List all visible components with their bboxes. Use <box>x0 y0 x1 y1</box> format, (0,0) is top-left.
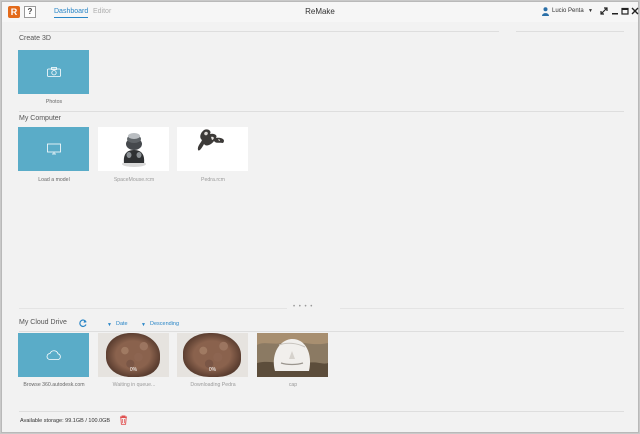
footer-divider <box>19 411 624 412</box>
splitter-line-right <box>340 308 624 309</box>
pedra-thumbnail <box>197 129 224 151</box>
tab-dashboard[interactable]: Dashboard <box>54 7 89 18</box>
pedra-model-tile[interactable] <box>177 127 248 171</box>
help-button[interactable]: ? <box>24 6 36 18</box>
cap-model-tile[interactable] <box>257 333 328 377</box>
cloud-icon <box>46 350 61 360</box>
maximize-icon[interactable] <box>620 6 630 16</box>
spacemouse-model-tile[interactable] <box>98 127 169 171</box>
browse-cloud-tile[interactable] <box>18 333 89 377</box>
header-divider <box>19 31 499 32</box>
close-icon[interactable] <box>630 6 640 16</box>
sort-order-caret-icon[interactable]: ▼ <box>141 322 146 328</box>
expand-icon[interactable] <box>599 6 609 16</box>
sort-field-caret-icon[interactable]: ▼ <box>107 322 112 328</box>
section-title-my-cloud-drive: My Cloud Drive <box>19 319 67 326</box>
splitter-line-left <box>19 308 287 309</box>
trash-icon[interactable] <box>119 415 128 425</box>
tile-caption-photos: Photos <box>45 99 63 105</box>
download-progress-label: 0% <box>208 367 217 373</box>
tile-caption-browse-cloud: Browse 360.autodesk.com <box>23 382 85 388</box>
tile-caption-queued: Waiting in queue... <box>112 382 156 388</box>
cloud-header-divider <box>19 331 624 332</box>
app-logo[interactable]: R <box>8 6 20 18</box>
sort-order-dropdown[interactable]: Descending <box>150 321 179 327</box>
tab-editor[interactable]: Editor <box>93 7 111 16</box>
header-divider-right <box>516 31 624 32</box>
tile-caption-pedra: Pedra.rcm <box>201 177 225 183</box>
tile-caption-downloading: Downloading Pedra <box>190 382 236 388</box>
photos-tile[interactable] <box>18 50 89 94</box>
minimize-icon[interactable] <box>610 6 620 16</box>
refresh-icon[interactable] <box>78 318 88 328</box>
user-menu-caret-icon[interactable]: ▼ <box>588 8 593 14</box>
title-bar: R ? Dashboard Editor ReMake Lucio Penta … <box>2 2 640 22</box>
monitor-icon <box>46 143 61 155</box>
queue-progress-label: 0% <box>129 367 138 373</box>
queued-model-tile[interactable]: 0% <box>98 333 169 377</box>
storage-status: Available storage: 99.1GB / 100.0GB <box>20 418 111 424</box>
camera-icon <box>46 67 61 77</box>
section-title-create-3d: Create 3D <box>19 35 51 42</box>
downloading-model-tile[interactable]: 0% <box>177 333 248 377</box>
tile-caption-cap: cap <box>288 382 298 388</box>
sort-field-dropdown[interactable]: Date <box>116 321 128 327</box>
load-model-tile[interactable] <box>18 127 89 171</box>
spacemouse-thumbnail <box>121 133 146 167</box>
tile-caption-load-model: Load a model <box>38 177 70 183</box>
cap-thumbnail <box>257 333 328 377</box>
tile-caption-spacemouse: SpaceMouse.rcm <box>113 177 155 183</box>
user-name[interactable]: Lucio Penta <box>552 8 584 14</box>
user-icon[interactable] <box>542 7 549 16</box>
section-title-my-computer: My Computer <box>19 115 62 122</box>
section-divider <box>19 111 624 112</box>
app-window: R ? Dashboard Editor ReMake Lucio Penta … <box>1 1 639 433</box>
panel-splitter-handle[interactable]: • • • • <box>293 304 313 310</box>
